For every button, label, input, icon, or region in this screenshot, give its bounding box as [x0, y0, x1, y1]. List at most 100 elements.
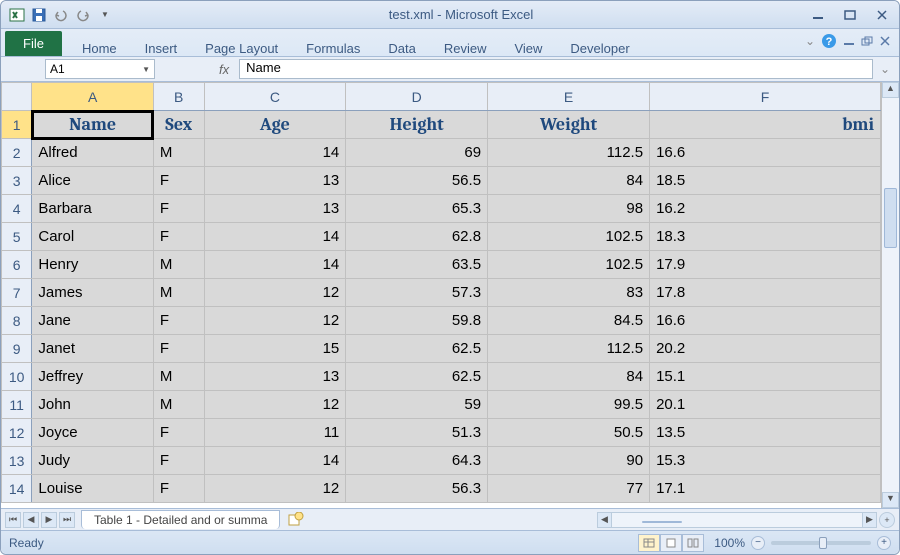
- cell-F6[interactable]: 17.9: [650, 251, 881, 279]
- redo-icon[interactable]: [73, 5, 93, 25]
- horizontal-scrollbar[interactable]: ◀ ▶: [597, 512, 877, 528]
- page-layout-view-button[interactable]: [660, 534, 682, 552]
- cell-B13[interactable]: F: [153, 447, 204, 475]
- cell-C10[interactable]: 13: [204, 363, 346, 391]
- cell-C12[interactable]: 11: [204, 419, 346, 447]
- cell-F7[interactable]: 17.8: [650, 279, 881, 307]
- cell-F12[interactable]: 13.5: [650, 419, 881, 447]
- cell-E9[interactable]: 112.5: [488, 335, 650, 363]
- cell-C6[interactable]: 14: [204, 251, 346, 279]
- cell-E2[interactable]: 112.5: [488, 139, 650, 167]
- cell-D9[interactable]: 62.5: [346, 335, 488, 363]
- column-header-C[interactable]: C: [204, 83, 346, 111]
- ribbon-tab-insert[interactable]: Insert: [131, 36, 192, 61]
- ribbon-tab-view[interactable]: View: [500, 36, 556, 61]
- ribbon-tab-page-layout[interactable]: Page Layout: [191, 36, 292, 61]
- cell-D5[interactable]: 62.8: [346, 223, 488, 251]
- new-sheet-icon[interactable]: [288, 512, 306, 528]
- cell-E7[interactable]: 83: [488, 279, 650, 307]
- cell-B6[interactable]: M: [153, 251, 204, 279]
- cell-F10[interactable]: 15.1: [650, 363, 881, 391]
- zoom-out-button[interactable]: −: [751, 536, 765, 550]
- row-header-11[interactable]: 11: [2, 391, 32, 419]
- row-header-12[interactable]: 12: [2, 419, 32, 447]
- vscroll-track[interactable]: [882, 98, 899, 492]
- cell-E10[interactable]: 84: [488, 363, 650, 391]
- row-header-4[interactable]: 4: [2, 195, 32, 223]
- worksheet-grid[interactable]: ABCDEF1NameSexAgeHeightWeightbmi2AlfredM…: [1, 82, 881, 508]
- ribbon-tab-data[interactable]: Data: [374, 36, 429, 61]
- file-tab[interactable]: File: [5, 31, 62, 56]
- workbook-close-icon[interactable]: [879, 36, 891, 46]
- ribbon-tab-home[interactable]: Home: [68, 36, 131, 61]
- undo-icon[interactable]: [51, 5, 71, 25]
- row-header-14[interactable]: 14: [2, 475, 32, 503]
- close-button[interactable]: [871, 6, 893, 24]
- scroll-right-icon[interactable]: ▶: [862, 513, 876, 527]
- cell-A2[interactable]: Alfred: [32, 139, 154, 167]
- tab-nav-last-icon[interactable]: ⏭: [59, 512, 75, 528]
- zoom-slider-knob[interactable]: [819, 537, 827, 549]
- cell-E14[interactable]: 77: [488, 475, 650, 503]
- workbook-restore-icon[interactable]: [861, 36, 873, 46]
- cell-A4[interactable]: Barbara: [32, 195, 154, 223]
- help-icon[interactable]: ?: [821, 33, 837, 49]
- name-box-dropdown-icon[interactable]: ▼: [142, 65, 150, 74]
- cell-B10[interactable]: M: [153, 363, 204, 391]
- cell-F14[interactable]: 17.1: [650, 475, 881, 503]
- cell-A1[interactable]: Name: [32, 111, 154, 139]
- column-header-B[interactable]: B: [153, 83, 204, 111]
- hscroll-thumb[interactable]: [642, 521, 682, 523]
- row-header-7[interactable]: 7: [2, 279, 32, 307]
- ribbon-tab-formulas[interactable]: Formulas: [292, 36, 374, 61]
- cell-A14[interactable]: Louise: [32, 475, 154, 503]
- cell-F3[interactable]: 18.5: [650, 167, 881, 195]
- cell-A3[interactable]: Alice: [32, 167, 154, 195]
- cell-B9[interactable]: F: [153, 335, 204, 363]
- cell-A5[interactable]: Carol: [32, 223, 154, 251]
- tab-nav-first-icon[interactable]: ⏮: [5, 512, 21, 528]
- cell-A8[interactable]: Jane: [32, 307, 154, 335]
- qat-customize-icon[interactable]: ▼: [95, 5, 115, 25]
- cell-D6[interactable]: 63.5: [346, 251, 488, 279]
- workbook-minimize-icon[interactable]: [843, 36, 855, 46]
- cell-D10[interactable]: 62.5: [346, 363, 488, 391]
- cell-F8[interactable]: 16.6: [650, 307, 881, 335]
- cell-F4[interactable]: 16.2: [650, 195, 881, 223]
- cell-D2[interactable]: 69: [346, 139, 488, 167]
- cell-F1[interactable]: bmi: [650, 111, 881, 139]
- cell-E6[interactable]: 102.5: [488, 251, 650, 279]
- cell-E13[interactable]: 90: [488, 447, 650, 475]
- tab-nav-prev-icon[interactable]: ◀: [23, 512, 39, 528]
- cell-D14[interactable]: 56.3: [346, 475, 488, 503]
- zoom-level[interactable]: 100%: [714, 536, 745, 550]
- cell-D12[interactable]: 51.3: [346, 419, 488, 447]
- cell-D7[interactable]: 57.3: [346, 279, 488, 307]
- row-header-8[interactable]: 8: [2, 307, 32, 335]
- cell-C9[interactable]: 15: [204, 335, 346, 363]
- hscroll-add-icon[interactable]: +: [879, 512, 895, 528]
- cell-A6[interactable]: Henry: [32, 251, 154, 279]
- page-break-view-button[interactable]: [682, 534, 704, 552]
- cell-B5[interactable]: F: [153, 223, 204, 251]
- cell-E5[interactable]: 102.5: [488, 223, 650, 251]
- cell-C7[interactable]: 12: [204, 279, 346, 307]
- cell-B1[interactable]: Sex: [153, 111, 204, 139]
- cell-A13[interactable]: Judy: [32, 447, 154, 475]
- column-header-F[interactable]: F: [650, 83, 881, 111]
- cell-A11[interactable]: John: [32, 391, 154, 419]
- sheet-tab[interactable]: Table 1 - Detailed and or summa: [81, 510, 280, 529]
- cell-B7[interactable]: M: [153, 279, 204, 307]
- cell-D8[interactable]: 59.8: [346, 307, 488, 335]
- cell-C11[interactable]: 12: [204, 391, 346, 419]
- cell-E4[interactable]: 98: [488, 195, 650, 223]
- cell-E8[interactable]: 84.5: [488, 307, 650, 335]
- minimize-button[interactable]: [807, 6, 829, 24]
- zoom-in-button[interactable]: +: [877, 536, 891, 550]
- row-header-9[interactable]: 9: [2, 335, 32, 363]
- cell-F2[interactable]: 16.6: [650, 139, 881, 167]
- maximize-button[interactable]: [839, 6, 861, 24]
- ribbon-minimize-icon[interactable]: ⌄: [805, 34, 815, 48]
- cell-C3[interactable]: 13: [204, 167, 346, 195]
- formula-expand-icon[interactable]: ⌄: [877, 62, 893, 76]
